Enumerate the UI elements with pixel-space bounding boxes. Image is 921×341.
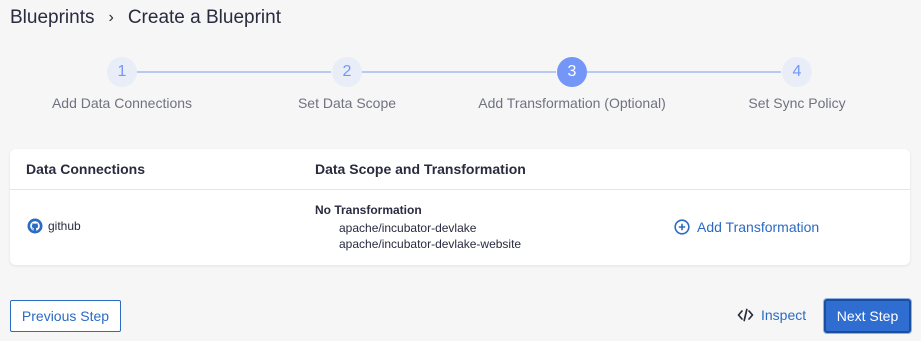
breadcrumb-separator-icon: › <box>108 9 114 26</box>
previous-step-label: Previous Step <box>21 308 110 324</box>
page-title: Create a Blueprint <box>127 7 281 28</box>
repo-item: apache/incubator-devlake <box>339 221 477 235</box>
column-header-connections: Data Connections <box>26 161 146 177</box>
previous-step-button[interactable]: Previous Step <box>10 300 121 332</box>
inspect-label: Inspect <box>761 307 807 323</box>
step-2-label: Set Data Scope <box>297 95 397 111</box>
table-header: Data Connections Data Scope and Transfor… <box>10 149 910 190</box>
table-row: github No Transformation apache/incubato… <box>10 190 910 264</box>
breadcrumb: Blueprints › Create a Blueprint <box>10 7 281 29</box>
repo-item: apache/incubator-devlake-website <box>339 237 522 251</box>
step-3-indicator: 3 <box>557 57 587 87</box>
step-3-label: Add Transformation (Optional) <box>478 95 666 111</box>
column-header-scope: Data Scope and Transformation <box>315 161 526 177</box>
step-1-label: Add Data Connections <box>51 95 193 111</box>
stepper: 1 2 3 4 Add Data Connections Set Data Sc… <box>0 56 921 116</box>
inspect-button[interactable]: Inspect <box>737 307 806 323</box>
step-2-indicator: 2 <box>332 57 362 87</box>
step-4-indicator: 4 <box>782 57 812 87</box>
step-1-indicator: 1 <box>107 57 137 87</box>
connection-cell: github <box>27 218 81 234</box>
next-step-button[interactable]: Next Step <box>824 299 911 333</box>
add-transformation-label: Add Transformation <box>697 219 820 235</box>
github-icon <box>27 218 43 234</box>
add-transformation-button[interactable]: Add Transformation <box>674 219 819 235</box>
connections-table: Data Connections Data Scope and Transfor… <box>10 149 910 265</box>
step-connector <box>361 71 556 73</box>
next-step-label: Next Step <box>836 308 899 324</box>
connection-name: github <box>48 219 81 233</box>
code-icon <box>737 308 754 322</box>
step-connector <box>586 71 781 73</box>
step-connector <box>136 71 331 73</box>
transformation-title: No Transformation <box>315 203 422 217</box>
breadcrumb-root[interactable]: Blueprints <box>10 7 95 29</box>
plus-circle-icon <box>674 219 690 235</box>
scope-cell: No Transformation apache/incubator-devla… <box>315 203 521 252</box>
step-4-label: Set Sync Policy <box>748 95 846 111</box>
